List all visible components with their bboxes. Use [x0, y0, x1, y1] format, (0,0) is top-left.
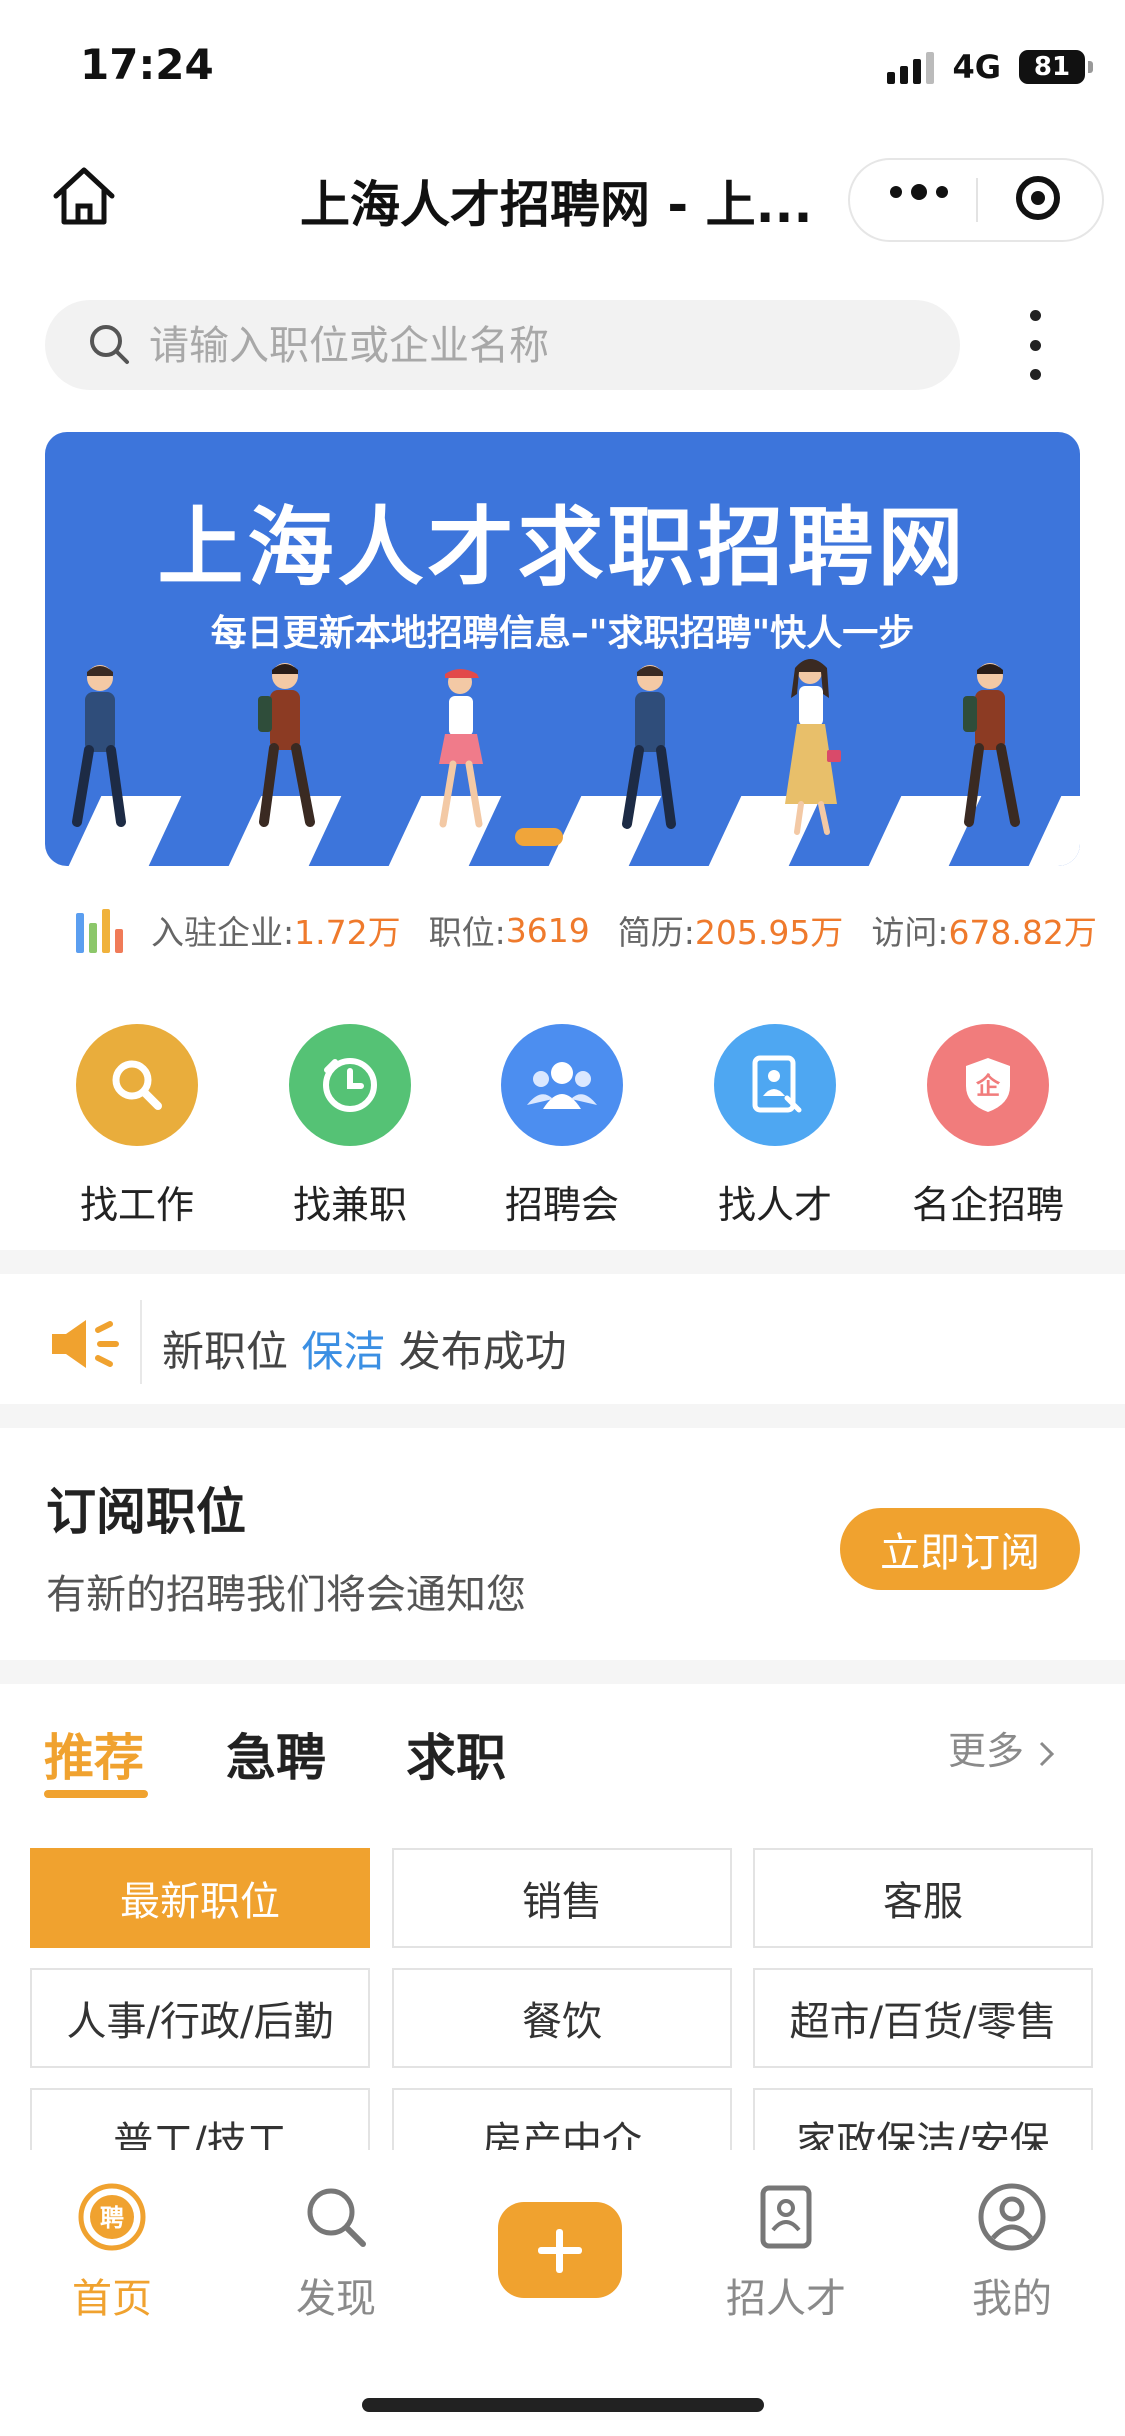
user-icon	[977, 2182, 1047, 2252]
stat-value: 205.95万	[694, 913, 844, 952]
promo-banner[interactable]: 上海人才求职招聘网 每日更新本地招聘信息–"求职招聘"快人一步	[45, 432, 1080, 866]
quick-nav-part-time[interactable]: 找兼职	[270, 1024, 430, 1229]
notice-highlight[interactable]: 保洁	[301, 1327, 385, 1376]
category-item[interactable]: 超市/百货/零售	[753, 1968, 1093, 2068]
notice-bar[interactable]: 新职位 保洁 发布成功	[0, 1276, 1125, 1404]
pedestrian-illustration	[622, 665, 676, 829]
banner-title: 上海人才求职招聘网	[157, 498, 968, 598]
banner-subtitle: 每日更新本地招聘信息–"求职招聘"快人一步	[210, 613, 915, 654]
category-item[interactable]: 餐饮	[392, 1968, 732, 2068]
category-item[interactable]: 销售	[392, 1848, 732, 1948]
home-hire-icon: 聘	[77, 2182, 147, 2252]
notice-text: 新职位 保洁 发布成功	[162, 1318, 567, 1379]
quick-nav-label: 找兼职	[292, 1183, 407, 1227]
section-divider	[0, 1660, 1125, 1684]
tab-urgent[interactable]: 急聘	[226, 1718, 326, 1790]
close-miniprogram-icon[interactable]	[1016, 176, 1060, 220]
bottom-tab-bar: 聘 首页 发现 招人才 我的	[0, 2150, 1125, 2436]
subscribe-description: 有新的招聘我们将会通知您	[46, 1572, 526, 1618]
tabbar-home[interactable]: 聘 首页	[22, 2182, 202, 2324]
group-icon	[501, 1024, 623, 1146]
crosswalk-stripes	[45, 796, 1080, 866]
quick-nav-find-job[interactable]: 找工作	[57, 1024, 217, 1229]
capsule-divider	[976, 178, 978, 222]
network-type: 4G	[952, 48, 1001, 86]
active-tab-indicator	[44, 1790, 148, 1798]
tab-recommend[interactable]: 推荐	[44, 1718, 144, 1790]
signal-icon	[887, 50, 935, 84]
stat-label: 简历:	[617, 913, 695, 952]
category-grid: 最新职位 销售 客服 人事/行政/后勤 餐饮 超市/百货/零售 普工/技工 房产…	[0, 1840, 1125, 2150]
pedestrian-illustration	[72, 665, 126, 827]
battery-icon: 81	[1019, 50, 1093, 84]
chevron-right-icon	[1040, 1741, 1055, 1766]
search-icon	[301, 2182, 371, 2252]
resume-icon	[751, 2182, 821, 2252]
category-item[interactable]: 人事/行政/后勤	[30, 1968, 370, 2068]
speaker-icon	[52, 1320, 119, 1368]
stat-value: 678.82万	[948, 913, 1097, 952]
post-job-plus-button[interactable]	[498, 2202, 622, 2298]
quick-nav-label: 找工作	[79, 1183, 194, 1227]
section-divider	[0, 1404, 1125, 1428]
svg-text:聘: 聘	[100, 2204, 124, 2232]
tab-job-seeking[interactable]: 求职	[406, 1718, 506, 1790]
miniprogram-capsule	[848, 158, 1104, 242]
page-title: 上海人才招聘网 - 上...	[300, 176, 813, 234]
home-icon[interactable]	[48, 160, 120, 232]
section-divider	[0, 1250, 1125, 1274]
tabbar-find-talent[interactable]: 招人才	[696, 2182, 876, 2324]
clock-icon	[289, 1024, 411, 1146]
quick-nav-find-talent[interactable]: 找人才	[695, 1024, 855, 1229]
stat-label: 入驻企业:	[151, 913, 295, 952]
category-item[interactable]: 客服	[753, 1848, 1093, 1948]
more-options-icon[interactable]	[890, 184, 948, 200]
tabbar-label: 招人才	[726, 2276, 846, 2322]
notice-divider	[140, 1300, 142, 1384]
more-link[interactable]: 更多	[948, 1720, 1058, 1775]
tabbar-mine[interactable]: 我的	[922, 2182, 1102, 2324]
stat-label: 职位:	[428, 913, 506, 952]
tabbar-discover[interactable]: 发现	[246, 2182, 426, 2324]
quick-nav-top-companies[interactable]: 企 名企招聘	[908, 1024, 1068, 1229]
bar-chart-icon	[76, 907, 123, 953]
pedestrian-illustration	[963, 663, 1020, 827]
pedestrian-illustration	[785, 659, 841, 835]
tabbar-label: 发现	[296, 2276, 376, 2322]
subscribe-button[interactable]: 立即订阅	[840, 1508, 1080, 1590]
status-time: 17:24	[80, 40, 214, 89]
stat-label: 访问:	[871, 913, 949, 952]
quick-nav-label: 招聘会	[504, 1183, 619, 1227]
notice-prefix: 新职位	[162, 1327, 302, 1376]
home-indicator[interactable]	[362, 2398, 764, 2412]
category-item[interactable]: 最新职位	[30, 1848, 370, 1948]
pedestrian-illustration	[439, 669, 483, 828]
search-icon	[76, 1024, 198, 1146]
pedestrian-illustration	[258, 663, 315, 827]
status-indicators: 4G 81	[887, 48, 1093, 86]
site-stats: 入驻企业: 1.72万 职位: 3619 简历: 205.95万 访问: 678.82万	[76, 900, 1125, 960]
search-input[interactable]	[147, 318, 911, 374]
notice-suffix: 发布成功	[385, 1327, 567, 1376]
stat-value: 3619	[505, 910, 590, 950]
tabbar-label: 我的	[972, 2276, 1052, 2322]
quick-nav-job-fair[interactable]: 招聘会	[482, 1024, 642, 1229]
search-bar[interactable]	[45, 300, 960, 390]
carousel-indicator[interactable]	[515, 828, 563, 846]
category-item[interactable]: 家政保洁/安保	[753, 2088, 1093, 2150]
category-item[interactable]: 普工/技工	[30, 2088, 370, 2150]
battery-level: 81	[1033, 52, 1071, 82]
kebab-menu-icon[interactable]	[1020, 310, 1050, 380]
more-label: 更多	[948, 1729, 1025, 1773]
stat-value: 1.72万	[294, 913, 401, 952]
enterprise-badge-icon: 企	[927, 1024, 1049, 1146]
svg-text:企: 企	[976, 1072, 1001, 1100]
quick-nav-label: 找人才	[717, 1183, 832, 1227]
quick-nav-label: 名企招聘	[911, 1183, 1064, 1227]
search-icon	[90, 325, 129, 364]
subscribe-title: 订阅职位	[46, 1483, 246, 1541]
tabbar-label: 首页	[72, 2276, 152, 2322]
resume-icon	[714, 1024, 836, 1146]
category-item[interactable]: 房产中介	[392, 2088, 732, 2150]
